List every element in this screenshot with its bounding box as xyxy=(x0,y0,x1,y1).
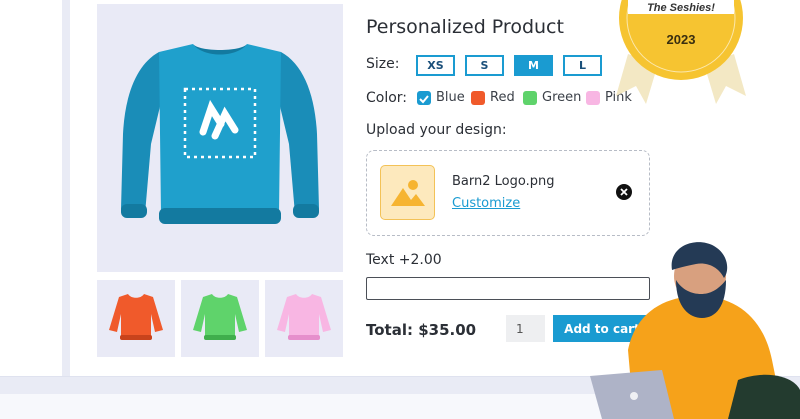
seshies-award-badge: The Seshies! 2023 xyxy=(616,0,746,104)
blue-sweater-image xyxy=(121,44,319,224)
badge-year: 2023 xyxy=(667,32,696,47)
color-label-green: Green xyxy=(542,90,582,105)
red-sweater-icon xyxy=(109,294,163,340)
color-checkbox-green[interactable] xyxy=(523,91,537,105)
size-button-m[interactable]: M xyxy=(514,55,553,76)
thumbnail-pink-sweater[interactable] xyxy=(265,280,343,357)
uploaded-file-name: Barn2 Logo.png xyxy=(452,174,555,189)
window-frame-left xyxy=(62,0,70,376)
text-field-label: Text +2.00 xyxy=(366,252,442,268)
person-with-laptop-illustration xyxy=(590,242,800,419)
main-product-image[interactable] xyxy=(97,4,343,272)
product-title: Personalized Product xyxy=(366,16,564,38)
customize-link[interactable]: Customize xyxy=(452,196,520,211)
remove-file-button[interactable] xyxy=(616,184,632,200)
image-file-icon xyxy=(391,180,425,206)
uploaded-file-thumbnail xyxy=(380,165,435,220)
thumbnail-green-sweater[interactable] xyxy=(181,280,259,357)
thumbnail-red-sweater[interactable] xyxy=(97,280,175,357)
green-sweater-icon xyxy=(193,294,247,340)
color-checkbox-pink[interactable] xyxy=(586,91,600,105)
color-label-blue: Blue xyxy=(436,90,465,105)
badge-text: The Seshies! xyxy=(647,2,715,14)
color-checkbox-red[interactable] xyxy=(471,91,485,105)
upload-label: Upload your design: xyxy=(366,122,507,138)
pink-sweater-icon xyxy=(277,294,331,340)
size-button-l[interactable]: L xyxy=(563,55,602,76)
size-button-xs[interactable]: XS xyxy=(416,55,455,76)
checkmark-icon xyxy=(419,95,429,104)
color-checkbox-blue[interactable] xyxy=(417,91,431,105)
size-button-s[interactable]: S xyxy=(465,55,504,76)
close-circle-icon xyxy=(616,184,632,200)
size-label: Size: xyxy=(366,56,400,72)
quantity-input[interactable]: 1 xyxy=(506,315,545,342)
total-price: Total: $35.00 xyxy=(366,321,477,339)
color-label-red: Red xyxy=(490,90,515,105)
color-label: Color: xyxy=(366,90,408,106)
